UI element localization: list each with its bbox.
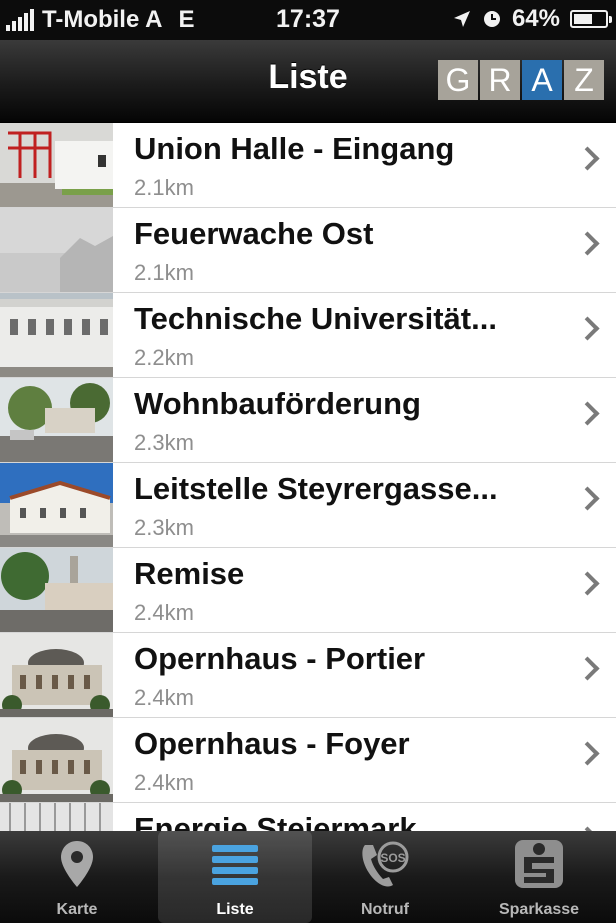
battery-percent: 64% (511, 5, 560, 32)
location-thumbnail (0, 548, 113, 632)
item-distance: 2.1km (134, 260, 194, 285)
item-distance: 2.2km (134, 345, 194, 370)
item-distance: 2.4km (134, 770, 194, 795)
battery-fill (574, 14, 592, 24)
chevron-right-icon (575, 401, 600, 426)
location-list[interactable]: Union Halle - Eingang 2.1km Feuerwache O… (0, 123, 616, 831)
list-item[interactable]: Wohnbauförderung 2.3km (0, 378, 616, 463)
item-name: Technische Universität... (134, 301, 497, 336)
location-thumbnail (0, 718, 113, 802)
chevron-right-icon (575, 316, 600, 341)
location-thumbnail (0, 378, 113, 462)
tab-notruf[interactable]: SOS Notruf (308, 831, 462, 923)
map-pin-icon (61, 841, 93, 887)
location-thumbnail (0, 123, 113, 207)
tab-bar: Karte Liste SOS Notruf Sparkasse (0, 831, 616, 923)
item-name: Opernhaus - Portier (134, 641, 426, 676)
logo-letter-r: R (480, 60, 520, 100)
status-right: 64% (452, 5, 612, 33)
logo-letter-z: Z (564, 60, 604, 100)
navigation-bar: Liste G R A Z (0, 40, 616, 123)
item-distance: 2.3km (134, 515, 194, 540)
tab-liste[interactable]: Liste (158, 831, 312, 923)
tab-label: Karte (56, 901, 98, 918)
item-distance: 2.3km (134, 430, 194, 455)
item-name: Union Halle - Eingang (134, 131, 455, 166)
svg-text:SOS: SOS (380, 851, 405, 865)
sparkasse-logo-icon (515, 840, 563, 888)
tab-sparkasse[interactable]: Sparkasse (462, 831, 616, 923)
item-distance: 2.4km (134, 600, 194, 625)
item-name: Opernhaus - Foyer (134, 726, 410, 761)
alarm-clock-icon (483, 11, 500, 27)
location-thumbnail (0, 463, 113, 547)
item-name: Wohnbauförderung (134, 386, 421, 421)
battery-icon (570, 10, 612, 28)
logo-letter-a: A (522, 60, 562, 100)
list-item[interactable]: Feuerwache Ost 2.1km (0, 208, 616, 293)
list-item[interactable]: Opernhaus - Foyer 2.4km (0, 718, 616, 803)
sos-phone-icon: SOS (362, 841, 409, 887)
item-name: Feuerwache Ost (134, 216, 374, 251)
item-name: Leitstelle Steyrergasse... (134, 471, 498, 506)
list-item[interactable]: Opernhaus - Portier 2.4km (0, 633, 616, 718)
item-distance: 2.1km (134, 175, 194, 200)
graz-logo: G R A Z (438, 60, 604, 100)
list-item[interactable]: Energie Steiermark (0, 803, 616, 831)
chevron-right-icon (575, 741, 600, 766)
item-name: Energie Steiermark (134, 811, 417, 831)
location-thumbnail (0, 803, 113, 831)
location-thumbnail (0, 633, 113, 717)
status-bar: T-Mobile A E 17:37 64% (0, 0, 616, 40)
location-arrow-icon (453, 11, 470, 27)
chevron-right-icon (575, 486, 600, 511)
list-item[interactable]: Leitstelle Steyrergasse... 2.3km (0, 463, 616, 548)
item-name: Remise (134, 556, 245, 591)
item-distance: 2.4km (134, 685, 194, 710)
list-item[interactable]: Union Halle - Eingang 2.1km (0, 123, 616, 208)
chevron-right-icon (575, 656, 600, 681)
location-thumbnail (0, 293, 113, 377)
tab-karte[interactable]: Karte (0, 831, 154, 923)
list-item[interactable]: Remise 2.4km (0, 548, 616, 633)
chevron-right-icon (575, 146, 600, 171)
tab-label: Sparkasse (498, 901, 580, 918)
location-thumbnail (0, 208, 113, 292)
logo-letter-g: G (438, 60, 478, 100)
chevron-right-icon (575, 231, 600, 256)
list-icon (212, 845, 258, 885)
chevron-right-icon (575, 571, 600, 596)
list-item[interactable]: Technische Universität... 2.2km (0, 293, 616, 378)
tab-label: Notruf (361, 901, 409, 918)
tab-label: Liste (216, 901, 254, 918)
